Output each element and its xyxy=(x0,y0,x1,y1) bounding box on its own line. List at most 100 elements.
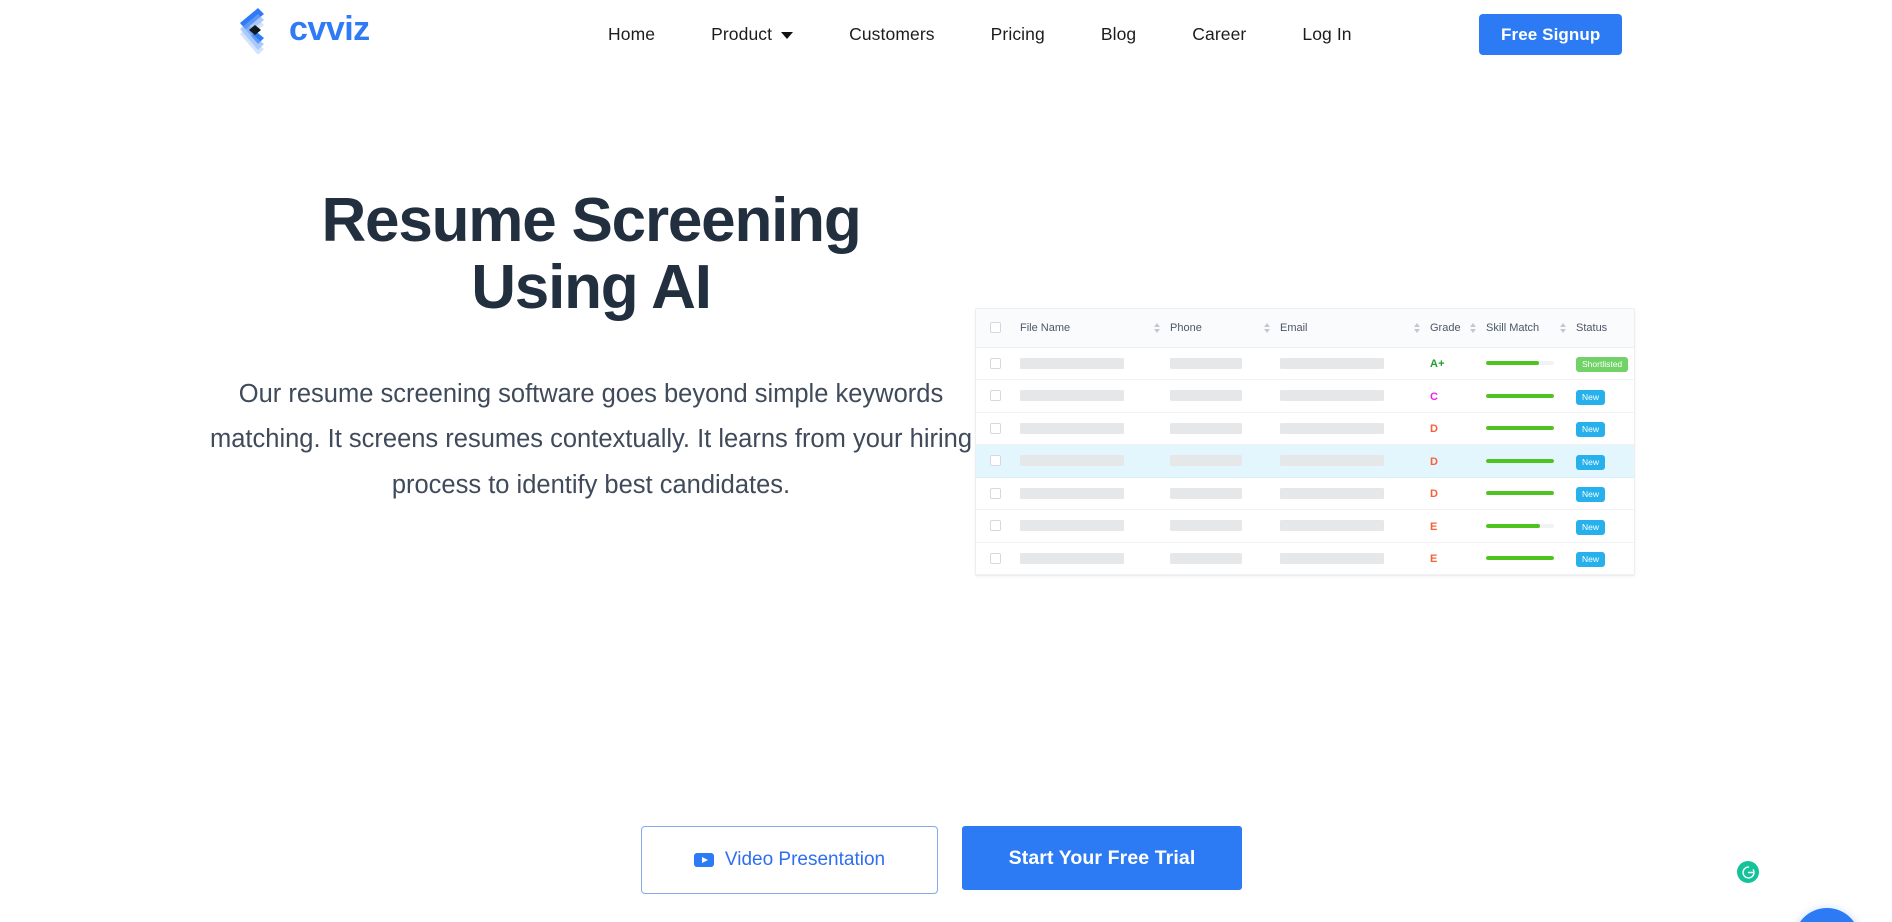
column-header-phone[interactable]: Phone xyxy=(1170,309,1280,348)
email-placeholder xyxy=(1280,487,1384,499)
free-signup-button[interactable]: Free Signup xyxy=(1479,14,1623,55)
email-placeholder xyxy=(1280,520,1384,532)
file-name-cell xyxy=(1020,445,1170,478)
row-select-cell[interactable] xyxy=(976,445,1020,478)
skill-match-bar xyxy=(1486,491,1554,496)
nav-item-product[interactable]: Product xyxy=(683,24,821,45)
status-badge: New xyxy=(1576,389,1606,405)
row-checkbox[interactable] xyxy=(990,357,1001,369)
skill-match-cell xyxy=(1486,542,1576,575)
phone-placeholder xyxy=(1170,390,1242,402)
nav-item-pricing[interactable]: Pricing xyxy=(963,24,1073,45)
table-row[interactable]: D New xyxy=(976,412,1634,445)
site-header: cvviz Home Product Customers Pricing Blo… xyxy=(0,0,1892,68)
file-name-placeholder xyxy=(1020,552,1124,564)
nav-item-customers[interactable]: Customers xyxy=(821,24,963,45)
table-row[interactable]: E New xyxy=(976,510,1634,543)
column-header-skill-match[interactable]: Skill Match xyxy=(1486,309,1576,348)
column-header-email[interactable]: Email xyxy=(1280,309,1430,348)
status-cell: New xyxy=(1576,510,1634,543)
table-header-row: File Name Phone Email Grade Skill Match … xyxy=(976,309,1634,348)
grade-cell: D xyxy=(1430,477,1486,510)
status-badge: New xyxy=(1576,519,1606,535)
row-checkbox[interactable] xyxy=(990,487,1001,499)
nav-label: Product xyxy=(711,23,773,44)
phone-cell xyxy=(1170,542,1280,575)
grade-value: E xyxy=(1430,553,1438,566)
file-name-placeholder xyxy=(1020,455,1124,467)
table-body: A+ Shortlisted C New D New D New D New E New E New xyxy=(976,347,1634,575)
status-cell: New xyxy=(1576,445,1634,478)
phone-cell xyxy=(1170,445,1280,478)
grade-cell: E xyxy=(1430,542,1486,575)
row-select-cell[interactable] xyxy=(976,542,1020,575)
skill-match-bar xyxy=(1486,393,1554,398)
column-header-status: Status xyxy=(1576,309,1634,348)
sort-arrows-icon[interactable] xyxy=(1470,322,1476,333)
nav-label: Pricing xyxy=(990,23,1045,44)
table-row[interactable]: C New xyxy=(976,380,1634,413)
row-select-cell[interactable] xyxy=(976,510,1020,543)
column-header-file-name[interactable]: File Name xyxy=(1020,309,1170,348)
sort-arrows-icon[interactable] xyxy=(1264,322,1270,333)
email-placeholder xyxy=(1280,455,1384,467)
skill-match-fill xyxy=(1486,523,1541,528)
chevron-down-icon xyxy=(781,32,794,39)
email-cell xyxy=(1280,412,1430,445)
nav-item-career[interactable]: Career xyxy=(1164,24,1274,45)
row-select-cell[interactable] xyxy=(976,347,1020,380)
row-checkbox[interactable] xyxy=(990,455,1001,467)
skill-match-fill xyxy=(1486,491,1554,496)
column-label: Phone xyxy=(1170,321,1202,334)
sort-arrows-icon[interactable] xyxy=(1560,322,1566,333)
row-select-cell[interactable] xyxy=(976,477,1020,510)
main-navigation: Home Product Customers Pricing Blog Care… xyxy=(580,0,1380,68)
row-checkbox[interactable] xyxy=(990,390,1001,402)
phone-placeholder xyxy=(1170,357,1242,369)
video-presentation-button[interactable]: Video Presentation xyxy=(641,826,938,894)
row-select-cell[interactable] xyxy=(976,412,1020,445)
file-name-cell xyxy=(1020,477,1170,510)
nav-item-login[interactable]: Log In xyxy=(1274,24,1379,45)
grade-cell: D xyxy=(1430,412,1486,445)
start-free-trial-button[interactable]: Start Your Free Trial xyxy=(962,826,1242,890)
brand-logo-link[interactable]: cvviz xyxy=(236,6,370,54)
grade-value: D xyxy=(1430,488,1439,501)
nav-label: Career xyxy=(1192,23,1247,44)
column-label: Grade xyxy=(1430,321,1461,334)
nav-label: Log In xyxy=(1302,23,1352,44)
nav-item-blog[interactable]: Blog xyxy=(1073,24,1164,45)
sort-arrows-icon[interactable] xyxy=(1414,322,1420,333)
grammarly-icon[interactable] xyxy=(1737,861,1759,883)
grade-cell: A+ xyxy=(1430,347,1486,380)
row-select-cell[interactable] xyxy=(976,380,1020,413)
column-header-grade[interactable]: Grade xyxy=(1430,309,1486,348)
table-row[interactable]: D New xyxy=(976,477,1634,510)
column-label: Skill Match xyxy=(1486,321,1540,334)
select-all-checkbox[interactable] xyxy=(990,322,1001,334)
hero-copy: Resume Screening Using AI Our resume scr… xyxy=(200,186,982,508)
status-badge: New xyxy=(1576,454,1606,470)
file-name-placeholder xyxy=(1020,520,1124,532)
skill-match-cell xyxy=(1486,477,1576,510)
column-header-select-all[interactable] xyxy=(976,309,1020,348)
row-checkbox[interactable] xyxy=(990,422,1001,434)
email-cell xyxy=(1280,380,1430,413)
status-badge: New xyxy=(1576,552,1606,568)
table-row[interactable]: D New xyxy=(976,444,1634,478)
row-checkbox[interactable] xyxy=(990,520,1001,532)
nav-item-home[interactable]: Home xyxy=(580,24,683,45)
chat-widget-button[interactable] xyxy=(1794,908,1860,922)
column-label: File Name xyxy=(1020,321,1071,334)
row-checkbox[interactable] xyxy=(990,552,1001,564)
table-row[interactable]: A+ Shortlisted xyxy=(976,347,1634,380)
sort-arrows-icon[interactable] xyxy=(1154,322,1160,333)
email-placeholder xyxy=(1280,422,1384,434)
page-title: Resume Screening Using AI xyxy=(200,186,982,322)
table-row[interactable]: E New xyxy=(976,542,1634,575)
skill-match-bar xyxy=(1486,556,1554,561)
phone-cell xyxy=(1170,347,1280,380)
phone-placeholder xyxy=(1170,422,1242,434)
skill-match-bar xyxy=(1486,523,1554,528)
page-title-line-1: Resume Screening xyxy=(321,186,861,255)
